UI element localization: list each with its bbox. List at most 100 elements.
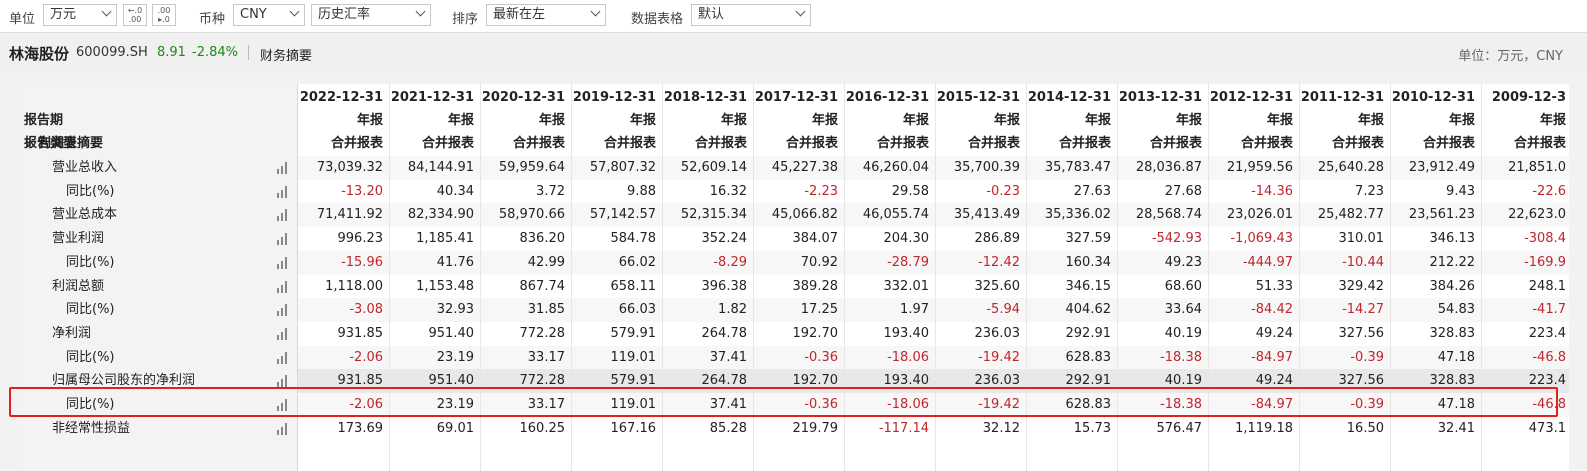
table-cell: 46,260.04 [862, 160, 929, 175]
bar-chart-icon[interactable] [277, 233, 289, 246]
table-cell: 1.82 [718, 302, 747, 318]
bar-chart-icon[interactable] [277, 280, 289, 293]
column-date: 2013-12-31 [1118, 90, 1202, 105]
table-style-select-value: 默认 [698, 7, 725, 22]
table-cell: 84,144.91 [407, 160, 474, 175]
table-cell: -308.4 [1524, 231, 1566, 247]
table-cell: 396.38 [701, 278, 748, 294]
table-cell: -10.44 [1342, 254, 1384, 270]
table-cell: 223.4 [1528, 325, 1566, 341]
table-cell: -12.42 [978, 254, 1020, 270]
table-cell: -2.06 [349, 349, 383, 365]
table-cell: 173.69 [337, 420, 384, 436]
table-cell: 35,413.49 [953, 207, 1020, 223]
table-style-select[interactable]: 默认 [691, 4, 811, 26]
table-cell: 292.91 [1065, 325, 1112, 341]
column-date: 2022-12-31 [299, 90, 383, 105]
table-cell: 27.68 [1164, 183, 1202, 199]
table-cell: 346.13 [1429, 231, 1476, 247]
chevron-down-icon: ∨ [24, 137, 33, 151]
section-income-summary[interactable]: ∨ 利润表摘要 [18, 132, 297, 156]
sort-select-value: 最新在左 [493, 7, 546, 22]
table-cell: 23,912.49 [1408, 160, 1475, 175]
table-cell: 42.99 [527, 254, 565, 270]
column-date: 2014-12-31 [1027, 90, 1111, 105]
table-cell: -84.97 [1251, 349, 1293, 365]
table-cell: 327.59 [1065, 231, 1112, 247]
rate-select-value: 历史汇率 [318, 7, 371, 22]
table-cell: 167.16 [610, 420, 657, 436]
table-cell: -5.94 [986, 302, 1020, 318]
table-cell: 59,959.64 [498, 160, 565, 175]
column-statement-type: 合并报表 [1422, 136, 1475, 151]
column-statement-type: 合并报表 [694, 136, 747, 151]
table-cell: 57,142.57 [589, 207, 656, 223]
table-cell: 867.74 [519, 278, 566, 294]
table-cell: -46.8 [1532, 349, 1566, 365]
report-period-label-text: 报告期 [24, 113, 64, 128]
table-cell: -18.38 [1160, 349, 1202, 365]
table-cell: 28,036.87 [1135, 160, 1202, 175]
rate-select[interactable]: 历史汇率 [311, 4, 431, 26]
table-cell: 31.85 [527, 302, 565, 318]
column-date: 2021-12-31 [390, 90, 474, 105]
table-cell: 51.33 [1255, 278, 1293, 294]
table-cell: 836.20 [519, 231, 566, 247]
table-cell: 473.1 [1528, 420, 1566, 436]
column-statement-type: 合并报表 [785, 136, 838, 151]
table-cell: 1,153.48 [416, 278, 474, 294]
table-cell: 352.24 [701, 231, 748, 247]
table-cell: 45,066.82 [771, 207, 838, 223]
table-cell: -22.6 [1532, 183, 1566, 199]
table-cell: 49.24 [1255, 325, 1293, 341]
unit-note: 单位：万元，CNY [1458, 49, 1563, 64]
column-statement-type: 合并报表 [1149, 136, 1202, 151]
unit-select[interactable]: 万元 [43, 4, 117, 26]
currency-label: 币种 [199, 12, 226, 27]
table-cell: 52,609.14 [680, 160, 747, 175]
column-date: 2015-12-31 [936, 90, 1020, 105]
sort-select[interactable]: 最新在左 [486, 4, 606, 26]
table-cell: -169.9 [1524, 254, 1566, 270]
table-cell: 576.47 [1156, 420, 1203, 436]
table-cell: 57,807.32 [589, 160, 656, 175]
stock-code: 600099.SH [76, 45, 148, 60]
table-cell: 27.63 [1073, 183, 1111, 199]
table-cell: 772.28 [519, 325, 566, 341]
column-report-kind: 年报 [629, 113, 656, 128]
row-label: 同比(%) [18, 251, 297, 275]
table-cell: 46,055.74 [862, 207, 929, 223]
highlight-box [9, 387, 1558, 417]
decimal-decrease-button[interactable]: .00 ▸.0 [152, 4, 176, 26]
bar-chart-icon[interactable] [277, 162, 289, 174]
bar-chart-icon[interactable] [277, 375, 289, 388]
bar-chart-icon[interactable] [277, 327, 289, 340]
currency-select[interactable]: CNY [233, 4, 305, 26]
column-report-kind: 年报 [993, 113, 1020, 128]
bar-chart-icon[interactable] [277, 209, 289, 222]
table-cell: 66.03 [618, 302, 656, 318]
row-label-text: 营业利润 [52, 231, 105, 247]
bar-chart-icon[interactable] [277, 422, 289, 435]
table-cell: 1,185.41 [416, 231, 474, 247]
column-date: 2012-12-31 [1209, 90, 1293, 105]
row-label-text: 利润总额 [52, 278, 105, 294]
bar-chart-icon[interactable] [277, 185, 289, 198]
section-label: 利润表摘要 [38, 136, 104, 152]
bar-chart-icon[interactable] [277, 304, 289, 317]
table-cell: 21,851.0 [1508, 160, 1566, 175]
chevron-down-icon [590, 6, 601, 17]
table-cell: 45,227.38 [771, 160, 838, 175]
bar-chart-icon[interactable] [277, 256, 289, 269]
chevron-down-icon [101, 6, 112, 17]
table-cell: -84.42 [1251, 302, 1293, 318]
bar-chart-icon[interactable] [277, 351, 289, 364]
decimal-increase-button[interactable]: ←.0.00 [123, 4, 147, 26]
column-report-kind: 年报 [356, 113, 383, 128]
table-cell: 628.83 [1065, 349, 1112, 365]
table-cell: 22,623.0 [1508, 207, 1566, 223]
sort-label: 排序 [452, 12, 479, 27]
table-cell: 28,568.74 [1135, 207, 1202, 223]
table-cell: 1,119.18 [1235, 420, 1293, 436]
table-cell: 329.42 [1338, 278, 1385, 294]
